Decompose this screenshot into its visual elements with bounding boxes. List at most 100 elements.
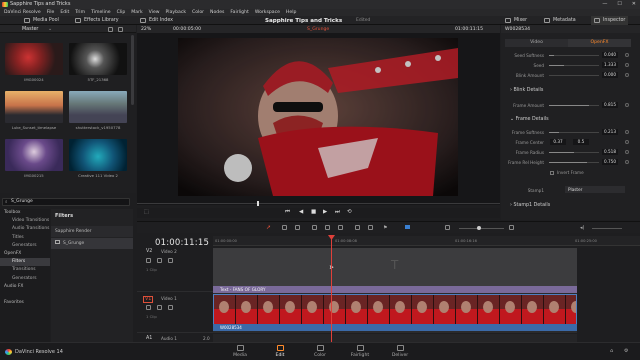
- reset-icon[interactable]: [625, 129, 629, 134]
- scrub-handle[interactable]: [257, 201, 259, 206]
- reset-icon[interactable]: [625, 62, 629, 67]
- section-blink-details[interactable]: › Blink Details: [505, 87, 630, 95]
- reset-icon[interactable]: [625, 102, 629, 107]
- thumbnail-view-icon[interactable]: [108, 26, 113, 32]
- play-icon[interactable]: ▶: [323, 209, 327, 215]
- menu-view[interactable]: View: [149, 10, 160, 15]
- snapping-icon[interactable]: [355, 225, 360, 230]
- frame-center-y[interactable]: 0.5: [573, 139, 589, 145]
- invert-frame-checkbox[interactable]: [550, 170, 554, 175]
- list-view-icon[interactable]: [118, 26, 123, 32]
- tree-item-titles[interactable]: Titles: [0, 234, 50, 242]
- slider[interactable]: [549, 162, 599, 163]
- reset-icon[interactable]: [625, 72, 629, 77]
- menu-edit[interactable]: Edit: [60, 10, 69, 15]
- menu-nodes[interactable]: Nodes: [210, 10, 224, 15]
- play-reverse-icon[interactable]: ◀: [299, 209, 303, 215]
- effects-group[interactable]: Sapphire Render: [51, 226, 133, 237]
- tree-item-audio-transitions[interactable]: Audio Transitions: [0, 225, 50, 233]
- reset-icon[interactable]: [625, 139, 629, 144]
- marker-color-icon[interactable]: [405, 225, 410, 229]
- slider[interactable]: [549, 65, 599, 66]
- reset-icon[interactable]: [625, 159, 629, 164]
- skip-forward-icon[interactable]: ⏭: [335, 209, 340, 216]
- frame-center-x[interactable]: 0.37: [550, 139, 566, 145]
- media-clip[interactable]: 5TF_21368: [69, 43, 127, 82]
- skip-back-icon[interactable]: ⏮: [285, 209, 290, 216]
- media-clip[interactable]: Luke_Sunset_timelapse: [5, 91, 63, 130]
- menu-trim[interactable]: Trim: [75, 10, 85, 15]
- auto-select-icon[interactable]: [157, 258, 162, 263]
- video-frame[interactable]: [178, 38, 458, 196]
- menu-davinci[interactable]: DaVinci Resolve: [4, 10, 41, 15]
- reset-icon[interactable]: [625, 149, 629, 154]
- tree-item-generators-ofx[interactable]: Generators: [0, 275, 50, 283]
- close-icon[interactable]: ✕: [632, 1, 636, 7]
- safe-area-icon[interactable]: ⬚: [144, 209, 149, 215]
- bin-selector[interactable]: Master: [22, 27, 38, 32]
- section-frame-details[interactable]: ⌄ Frame Details: [505, 116, 630, 124]
- value-field[interactable]: 0.518: [602, 149, 618, 155]
- edit-index-button[interactable]: Edit Index: [140, 16, 173, 25]
- menu-fairlight[interactable]: Fairlight: [230, 10, 248, 15]
- maximize-icon[interactable]: ☐: [617, 1, 621, 7]
- page-fairlight[interactable]: Fairlight: [340, 345, 380, 358]
- overwrite-clip-icon[interactable]: [325, 225, 330, 230]
- menu-clip[interactable]: Clip: [117, 10, 126, 15]
- value-field[interactable]: 0.040: [602, 52, 618, 58]
- trim-tool-icon[interactable]: [282, 225, 287, 230]
- auto-select-icon[interactable]: [157, 305, 162, 310]
- reset-icon[interactable]: [625, 52, 629, 57]
- media-pool-button[interactable]: Media Pool: [24, 16, 59, 25]
- tree-item-openfx[interactable]: OpenFX: [0, 250, 50, 258]
- blade-tool-icon[interactable]: [295, 225, 300, 230]
- settings-icon[interactable]: ⚙: [624, 348, 628, 354]
- zoom-out-icon[interactable]: [445, 225, 450, 230]
- volume-slider[interactable]: [592, 227, 622, 229]
- value-field[interactable]: 0.000: [602, 72, 618, 78]
- chevron-down-icon[interactable]: ⌄: [48, 26, 52, 32]
- tree-item-generators[interactable]: Generators: [0, 242, 50, 250]
- home-icon[interactable]: ⌂: [610, 348, 613, 354]
- media-clip[interactable]: IMG00024: [5, 43, 63, 82]
- menu-file[interactable]: File: [47, 10, 55, 15]
- section-stamp1-details[interactable]: › Stamp1 Details: [505, 202, 630, 210]
- insert-clip-icon[interactable]: [312, 225, 317, 230]
- flag-icon[interactable]: ⚑: [383, 225, 387, 231]
- effects-search-input[interactable]: ⌕ S_Grunge: [2, 198, 130, 206]
- value-field[interactable]: 0.815: [602, 102, 618, 108]
- viewer-clip-name[interactable]: S_Grunge: [307, 27, 329, 32]
- tree-item-filters[interactable]: Filters: [0, 258, 50, 267]
- tree-item-toolbox[interactable]: Toolbox: [0, 209, 50, 217]
- menu-timeline[interactable]: Timeline: [91, 10, 111, 15]
- menu-color[interactable]: Color: [192, 10, 204, 15]
- zoom-slider-handle[interactable]: [477, 225, 481, 230]
- menu-mark[interactable]: Mark: [131, 10, 142, 15]
- page-media[interactable]: Media: [220, 345, 260, 358]
- tree-item-audio-fx[interactable]: Audio FX: [0, 283, 50, 291]
- media-clip[interactable]: shutterstock_v1950778: [69, 91, 127, 130]
- tree-item-favorites[interactable]: Favorites: [0, 299, 50, 307]
- media-clip[interactable]: IMG00215: [5, 139, 63, 178]
- zoom-slider[interactable]: [459, 227, 504, 229]
- menu-workspace[interactable]: Workspace: [255, 10, 280, 15]
- minimize-icon[interactable]: —: [602, 1, 607, 7]
- inspector-button[interactable]: Inspector: [591, 16, 629, 25]
- track-visibility-icon[interactable]: [168, 258, 173, 263]
- media-clip[interactable]: Creative 111 Video 2: [69, 139, 127, 178]
- metadata-button[interactable]: Metadata: [544, 16, 576, 25]
- zoom-selector[interactable]: 22%: [141, 27, 151, 32]
- playhead[interactable]: [331, 236, 332, 342]
- audio-meter-icon[interactable]: ◂): [580, 225, 584, 231]
- timeline-ruler[interactable]: 01:00:00:00 01:00:08:08 01:00:16:16 01:0…: [213, 236, 640, 246]
- lock-icon[interactable]: [146, 305, 151, 310]
- selection-tool-icon[interactable]: ➚: [266, 224, 271, 231]
- menu-help[interactable]: Help: [286, 10, 296, 15]
- page-color[interactable]: Color: [300, 345, 340, 358]
- slider[interactable]: [549, 75, 599, 76]
- lock-icon[interactable]: [146, 258, 151, 263]
- track-lane-v2[interactable]: T ➤: [213, 248, 577, 290]
- track-lane-a1[interactable]: [213, 334, 577, 342]
- value-field[interactable]: 1.333: [602, 62, 618, 68]
- effects-item-s-grunge[interactable]: S_Grunge: [51, 238, 133, 249]
